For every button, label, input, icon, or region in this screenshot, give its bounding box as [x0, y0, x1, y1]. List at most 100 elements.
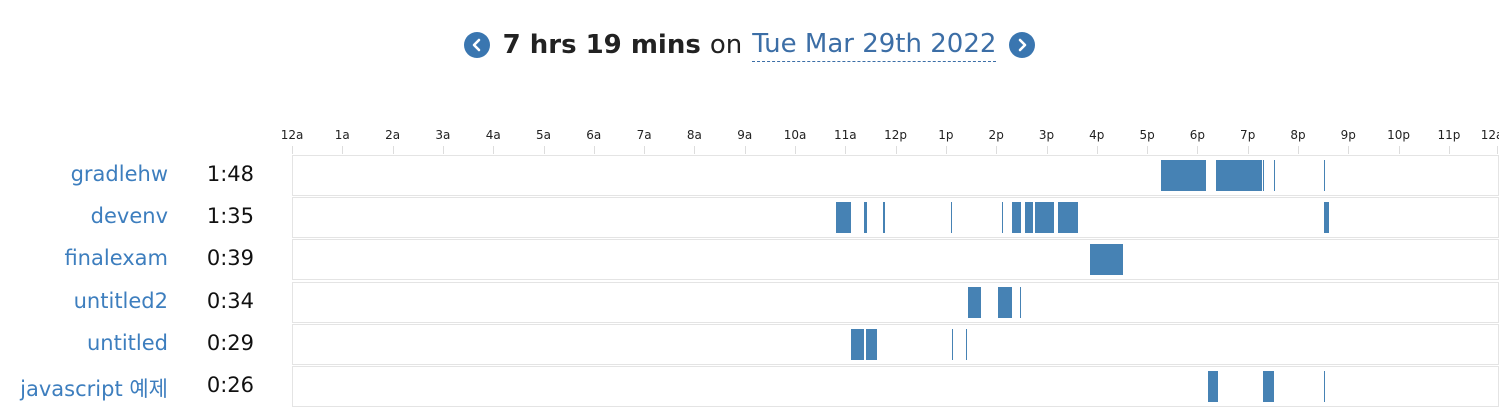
- activity-segment[interactable]: [1035, 202, 1054, 234]
- timeline-row: [292, 281, 1499, 323]
- prev-day-button[interactable]: [463, 32, 490, 58]
- activity-segment[interactable]: [1262, 160, 1264, 191]
- activity-segment[interactable]: [1090, 244, 1123, 276]
- activity-segment[interactable]: [1324, 371, 1326, 402]
- activity-segment[interactable]: [1019, 286, 1021, 318]
- activity-segment[interactable]: [950, 202, 952, 234]
- activity-segment[interactable]: [966, 328, 967, 360]
- activity-segment[interactable]: [1324, 202, 1330, 234]
- axis-tick-label: 1p: [938, 128, 954, 142]
- axis-tick: [543, 146, 545, 154]
- axis-tick: [1046, 146, 1048, 154]
- project-link[interactable]: untitled: [0, 331, 168, 355]
- activity-segment[interactable]: [836, 202, 852, 234]
- axis-tick: [493, 146, 495, 154]
- axis-tick-label: 6a: [586, 128, 602, 142]
- activity-segment[interactable]: [951, 328, 953, 360]
- next-day-button[interactable]: [1009, 32, 1036, 58]
- axis-tick: [795, 146, 796, 154]
- axis-tick-label: 3a: [435, 128, 451, 142]
- timeline-row: [292, 323, 1499, 365]
- on-word: on: [709, 30, 743, 60]
- chevron-left-icon: [472, 38, 480, 52]
- axis-tick-label: 9p: [1340, 128, 1356, 142]
- activity-segment[interactable]: [1324, 160, 1326, 191]
- timeline-row: [292, 366, 1499, 407]
- axis-tick: [392, 146, 394, 154]
- activity-segment[interactable]: [882, 202, 885, 234]
- axis-tick: [1398, 146, 1400, 154]
- axis-tick-label: 9a: [737, 128, 753, 142]
- axis-tick: [342, 146, 344, 154]
- axis-tick: [1298, 146, 1299, 154]
- project-link[interactable]: gradlehw: [0, 162, 168, 186]
- activity-segment[interactable]: [1002, 202, 1004, 234]
- activity-segment[interactable]: [1262, 371, 1274, 402]
- header: 7 hrs 19 mins on Tue Mar 29th 2022: [0, 22, 1499, 68]
- axis-tick-label: 12a: [280, 128, 304, 142]
- activity-segment[interactable]: [1173, 160, 1206, 191]
- project-link[interactable]: untitled2: [0, 289, 168, 313]
- axis-tick: [895, 146, 897, 154]
- project-duration: 0:34: [206, 288, 254, 313]
- project-link[interactable]: devenv: [0, 204, 168, 228]
- timeline-row: [292, 155, 1499, 196]
- total-time: 7 hrs 19 mins: [502, 30, 701, 60]
- axis-tick-label: 5a: [536, 128, 551, 142]
- activity-segment[interactable]: [1024, 202, 1034, 234]
- activity-segment[interactable]: [998, 286, 1013, 318]
- axis-tick-label: 8p: [1290, 128, 1306, 142]
- axis-tick: [292, 146, 293, 154]
- axis-tick: [442, 146, 444, 154]
- activity-segment[interactable]: [968, 286, 981, 318]
- axis-tick-label: 7p: [1240, 128, 1256, 142]
- axis-tick-label: 1a: [334, 128, 350, 142]
- axis-tick: [845, 146, 847, 154]
- axis-tick-label: 4a: [485, 128, 501, 142]
- axis-tick: [644, 146, 646, 154]
- axis-tick-label: 4p: [1089, 128, 1105, 142]
- axis-tick-label: 5p: [1139, 128, 1155, 142]
- axis-tick: [1147, 146, 1149, 154]
- project-link[interactable]: finalexam: [0, 246, 168, 270]
- chevron-right-icon: [1019, 38, 1027, 52]
- project-timeline: 12a 1a 2a 3a 4a 5a 6a 7a 8a 9a 10a 11a 12p 1p 2p 3p 4p 5p…: [0, 118, 1499, 407]
- axis-tick-label: 10p: [1387, 128, 1411, 142]
- axis-tick: [996, 146, 998, 154]
- project-duration: 0:29: [206, 330, 254, 355]
- axis-tick: [1448, 146, 1450, 154]
- axis-tick-label: 12a: [1480, 128, 1499, 142]
- axis-tick: [1348, 146, 1350, 154]
- project-duration: 1:48: [206, 162, 254, 186]
- axis-tick: [694, 146, 696, 154]
- activity-segment[interactable]: [866, 328, 878, 360]
- activity-segment[interactable]: [1012, 202, 1022, 234]
- activity-segment[interactable]: [863, 202, 868, 234]
- axis-tick: [1096, 146, 1098, 154]
- activity-segment[interactable]: [1208, 371, 1218, 402]
- activity-segment[interactable]: [851, 328, 864, 360]
- axis-tick-label: 11a: [833, 128, 857, 142]
- axis-tick: [1197, 146, 1199, 154]
- activity-segment[interactable]: [1216, 160, 1263, 191]
- axis-tick-label: 8a: [686, 128, 702, 142]
- axis-tick: [593, 146, 595, 154]
- timeline-row: [292, 197, 1499, 239]
- axis-tick: [945, 146, 947, 154]
- axis-tick-label: 2a: [385, 128, 401, 142]
- axis-tick-label: 2p: [988, 128, 1004, 142]
- axis-tick: [1497, 146, 1498, 154]
- axis-tick-label: 6p: [1189, 128, 1206, 142]
- axis-tick-label: 11p: [1437, 128, 1461, 142]
- axis-tick-label: 7a: [636, 128, 652, 142]
- project-duration: 1:35: [206, 204, 254, 229]
- activity-segment[interactable]: [1161, 160, 1174, 191]
- project-link[interactable]: javascript 예제: [0, 373, 168, 403]
- activity-segment[interactable]: [1273, 160, 1275, 191]
- date-picker-link[interactable]: Tue Mar 29th 2022: [752, 29, 997, 62]
- axis-tick: [1247, 146, 1249, 154]
- axis-tick: [744, 146, 746, 154]
- axis-tick-label: 3p: [1038, 128, 1055, 142]
- axis-tick-label: 12p: [884, 128, 908, 142]
- activity-segment[interactable]: [1057, 202, 1078, 234]
